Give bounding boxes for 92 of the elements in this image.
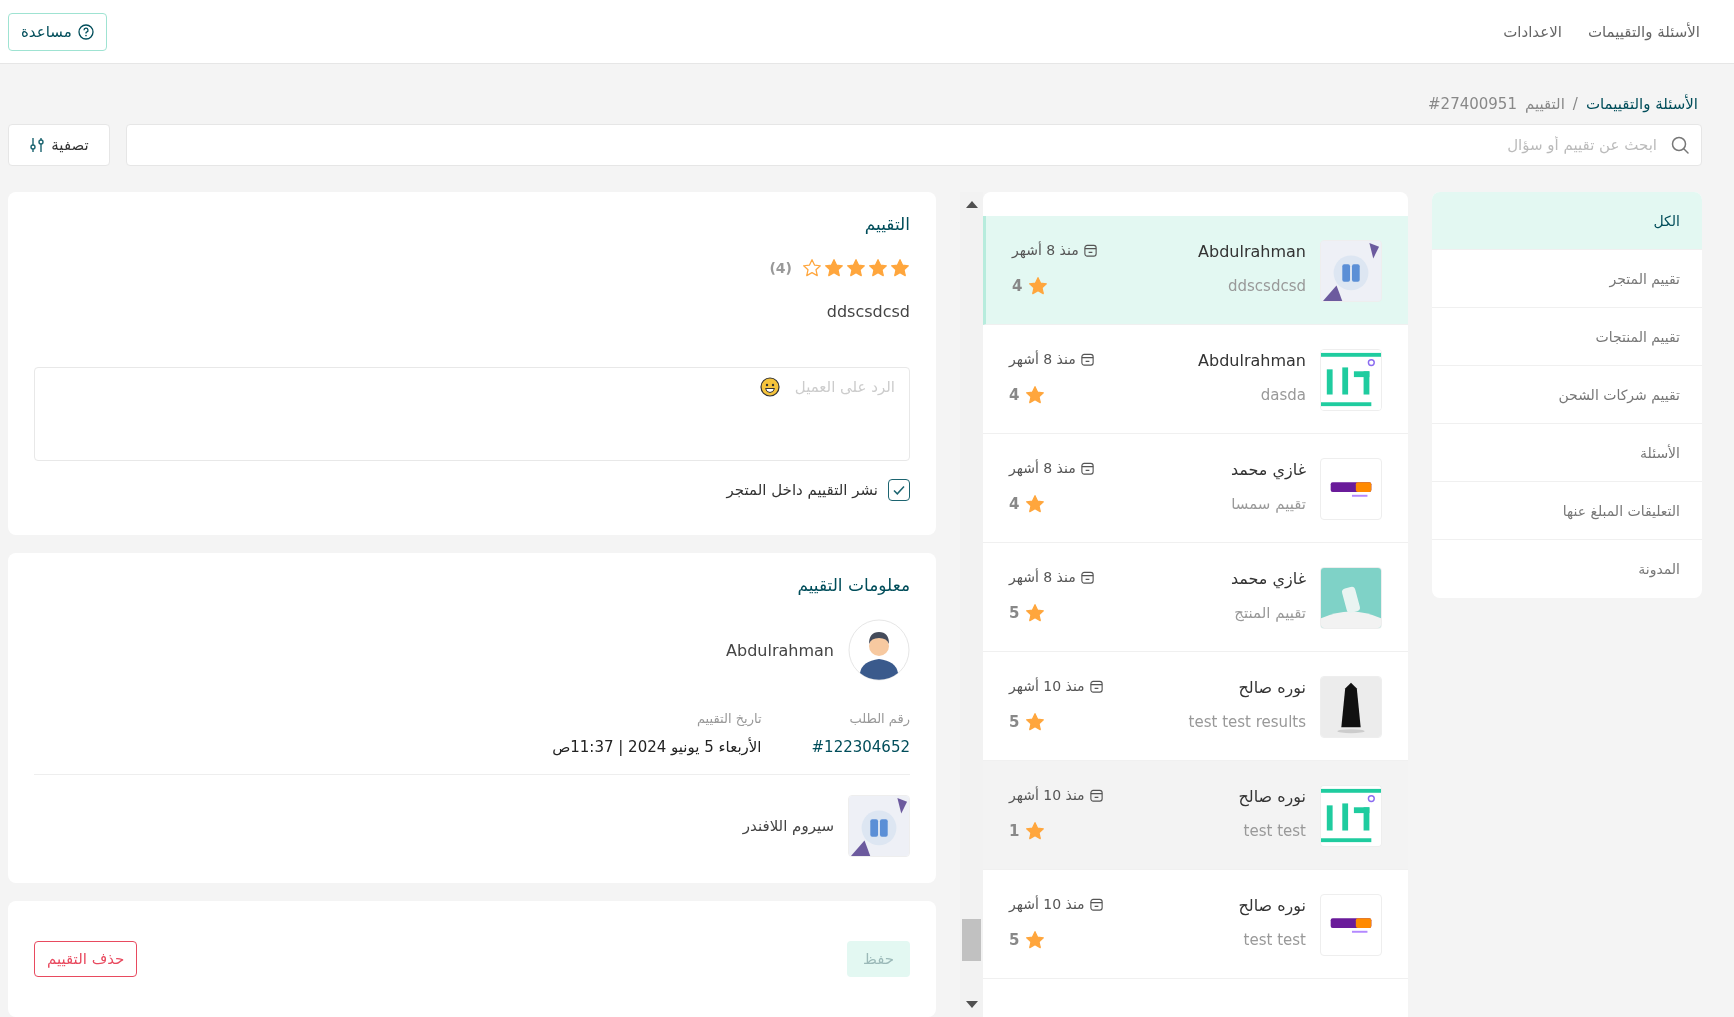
rating-value: 5 xyxy=(1009,931,1020,949)
help-button[interactable]: مساعدة xyxy=(8,12,107,51)
review-time: منذ 10 أشهر xyxy=(1009,678,1085,694)
review-time: منذ 8 أشهر xyxy=(1009,460,1076,476)
star-icon xyxy=(824,258,844,278)
scroll-up-arrow-icon[interactable] xyxy=(965,200,978,208)
review-excerpt: ddscsdcsd xyxy=(1226,277,1306,295)
sidebar-item[interactable]: الأسئلة xyxy=(1432,424,1702,482)
review-time: منذ 8 أشهر xyxy=(1012,242,1079,258)
rating-value: 1 xyxy=(1009,822,1020,840)
scrollbar-thumb[interactable] xyxy=(962,919,981,961)
logo-drawing xyxy=(1320,458,1382,520)
review-time: منذ 8 أشهر xyxy=(1009,569,1076,585)
filter-button[interactable]: تصفية xyxy=(8,124,110,166)
photo-placeholder xyxy=(1320,567,1382,629)
reviewer-name: نوره صالح xyxy=(1237,896,1306,915)
review-excerpt: test test xyxy=(1242,931,1306,949)
search-icon xyxy=(1670,135,1690,155)
review-time: منذ 10 أشهر xyxy=(1009,896,1085,912)
reviewer-name: Abdulrahman xyxy=(1197,351,1306,370)
reviewer-name: Abdulrahman xyxy=(1197,242,1306,261)
photo-placeholder xyxy=(1320,240,1382,302)
smiley-icon xyxy=(760,377,780,397)
review-text: ddscsdcsd xyxy=(825,302,910,321)
calendar-icon xyxy=(1079,351,1095,367)
calendar-icon xyxy=(1079,460,1095,476)
star-icon xyxy=(1025,494,1046,514)
calendar-icon xyxy=(1082,242,1098,258)
sidebar-item[interactable]: تقييم المتجر xyxy=(1432,250,1702,308)
product-name: سيروم اللافندر xyxy=(742,817,834,835)
nav-link[interactable]: الاعدادات xyxy=(1503,22,1562,41)
review-excerpt: تقييم المنتج xyxy=(1233,604,1306,622)
calendar-icon xyxy=(1088,896,1104,912)
star-icon xyxy=(1025,712,1046,732)
card-title: معلومات التقييم xyxy=(796,575,910,595)
breadcrumb-link[interactable]: الأسئلة والتقييمات xyxy=(1585,95,1698,113)
review-excerpt: test test xyxy=(1242,822,1306,840)
avatar-icon xyxy=(848,619,910,681)
calendar-icon xyxy=(1079,569,1095,585)
card-title: التقييم xyxy=(863,214,910,234)
review-excerpt: تقييم سمسا xyxy=(1230,495,1306,513)
rating-value: 4 xyxy=(1012,277,1023,295)
sidebar-item[interactable]: الكل xyxy=(1432,192,1702,250)
rating-value: 4 xyxy=(1009,386,1020,404)
review-id: #27400951 xyxy=(1428,95,1517,113)
breadcrumb-separator: / xyxy=(1572,95,1578,113)
star-icon xyxy=(1025,930,1046,950)
reviewer-name: نوره صالح xyxy=(1237,787,1306,806)
star-icon xyxy=(1025,603,1046,623)
reviewer-name: نوره صالح xyxy=(1237,678,1306,697)
nav-link[interactable]: الأسئلة والتقييمات xyxy=(1587,22,1700,41)
sidebar-item[interactable]: المدونة xyxy=(1432,540,1702,598)
sidebar-item[interactable]: تقييم شركات الشحن xyxy=(1432,366,1702,424)
star-icon xyxy=(1028,276,1049,296)
delete-button[interactable]: حذف التقييم xyxy=(34,941,138,977)
rating-value: 5 xyxy=(1009,604,1020,622)
logo-drawing xyxy=(1320,785,1382,847)
photo-placeholder xyxy=(848,795,910,857)
review-time: منذ 8 أشهر xyxy=(1009,351,1076,367)
star-icon xyxy=(1025,821,1046,841)
review-time: منذ 10 أشهر xyxy=(1009,787,1085,803)
star-icon xyxy=(1025,385,1046,405)
sliders-icon xyxy=(29,137,46,153)
field-value: الأربعاء 5 يونيو 2024 | 11:37ص xyxy=(552,738,762,756)
star-icon xyxy=(890,258,910,278)
field-label: رقم الطلب xyxy=(848,711,910,726)
sidebar-item[interactable]: التعليقات المبلغ عنها xyxy=(1432,482,1702,540)
scroll-down-arrow-icon[interactable] xyxy=(965,1001,978,1009)
help-icon xyxy=(77,23,94,40)
review-excerpt: dasda xyxy=(1259,386,1306,404)
star-icon xyxy=(868,258,888,278)
check-icon xyxy=(892,483,906,497)
checkbox[interactable] xyxy=(888,479,910,501)
calendar-icon xyxy=(1088,678,1104,694)
reviewer-name: غازي محمد xyxy=(1229,460,1306,479)
order-link[interactable]: #122304652 xyxy=(811,738,910,756)
field-label: تاريخ التقييم xyxy=(695,711,762,726)
rating-value: 5 xyxy=(1009,713,1020,731)
logo-drawing xyxy=(1320,894,1382,956)
rating-count: (4) xyxy=(769,260,792,276)
calendar-icon xyxy=(1088,787,1104,803)
review-excerpt: test test results xyxy=(1187,713,1306,731)
reviewer-name: غازي محمد xyxy=(1229,569,1306,588)
rating-value: 4 xyxy=(1009,495,1020,513)
logo-drawing xyxy=(1320,349,1382,411)
checkbox-label: نشر التقييم داخل المتجر xyxy=(726,481,878,499)
breadcrumb-current: التقييم xyxy=(1524,95,1565,113)
customer-name: Abdulrahman xyxy=(726,640,834,660)
empty-star-icon xyxy=(802,258,822,278)
sidebar-item[interactable]: تقييم المنتجات xyxy=(1432,308,1702,366)
photo-placeholder xyxy=(1320,676,1382,738)
star-icon xyxy=(846,258,866,278)
